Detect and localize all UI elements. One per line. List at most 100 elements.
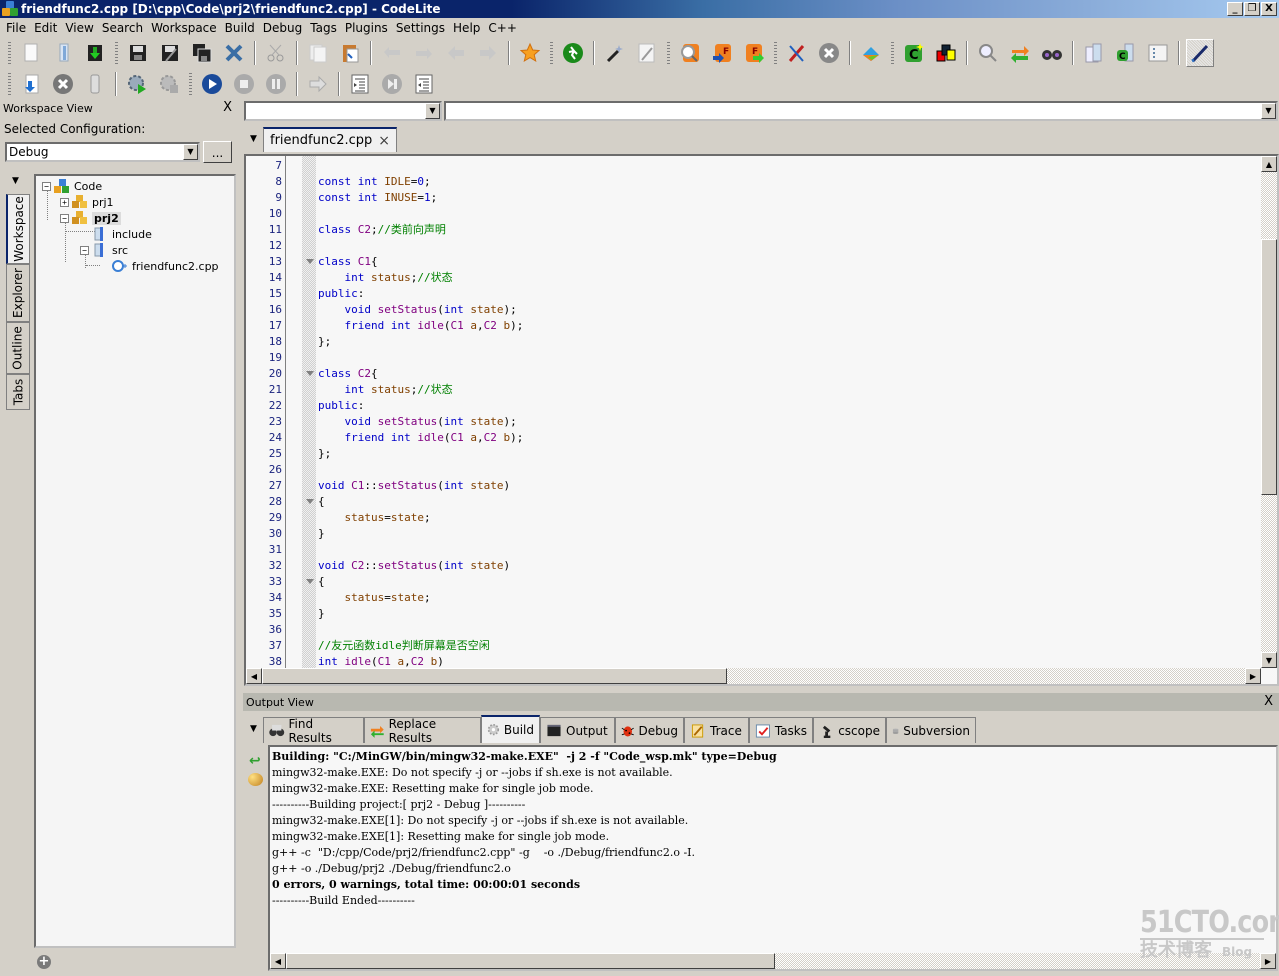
output-tab-build[interactable]: Build xyxy=(481,715,540,743)
side-tab-explorer[interactable]: Explorer xyxy=(6,264,30,322)
stop-button[interactable] xyxy=(49,70,77,98)
run-button[interactable] xyxy=(559,39,587,67)
tabs-menu-arrow-icon[interactable]: ▼ xyxy=(250,134,257,144)
close-button[interactable]: X xyxy=(1261,2,1277,16)
color-button[interactable] xyxy=(932,39,960,67)
close-file-button[interactable] xyxy=(220,39,248,67)
fold-arrow-icon[interactable] xyxy=(306,259,314,264)
palette-icon[interactable] xyxy=(248,773,263,786)
reload-file-button[interactable] xyxy=(81,39,109,67)
build-output[interactable]: ----------Build Ended---------- 0 errors,… xyxy=(268,745,1278,971)
fold-arrow-icon[interactable] xyxy=(306,371,314,376)
scroll-down-icon[interactable]: ▼ xyxy=(1261,652,1277,668)
function-select[interactable]: ▼ xyxy=(444,101,1278,121)
output-scroll-thumb[interactable] xyxy=(286,953,775,969)
quick-find-button[interactable] xyxy=(633,39,661,67)
output-tab-trace[interactable]: Trace xyxy=(684,717,749,743)
new-workspace-button[interactable] xyxy=(1080,39,1108,67)
new-project-button[interactable]: C xyxy=(1112,39,1140,67)
side-tab-workspace[interactable]: Workspace xyxy=(6,194,30,264)
collapse-icon[interactable]: − xyxy=(42,181,51,191)
step-in-button[interactable] xyxy=(17,70,45,98)
output-tab-output[interactable]: Output xyxy=(540,717,615,743)
menu-cpp[interactable]: C++ xyxy=(484,18,521,38)
replace-button[interactable] xyxy=(1006,39,1034,67)
debug-stop-button[interactable] xyxy=(230,70,258,98)
scroll-left-icon[interactable]: ◀ xyxy=(246,668,262,684)
menu-file[interactable]: File xyxy=(2,18,30,38)
code-editor[interactable]: 7 8 const int IDLE=0; 9 const int INUSE=1; 10… xyxy=(244,154,1279,686)
tree-item-src[interactable]: − src xyxy=(80,242,128,258)
scroll-up-icon[interactable]: ▲ xyxy=(1261,156,1277,172)
fold-arrow-icon[interactable] xyxy=(306,499,314,504)
debug-start-button[interactable] xyxy=(198,70,226,98)
menu-plugins[interactable]: Plugins xyxy=(341,18,392,38)
output-tab-cscope[interactable]: cscope xyxy=(813,717,886,743)
output-horizontal-scrollbar[interactable]: ◀ ▶ xyxy=(270,953,1276,969)
close-workspace-icon[interactable]: X xyxy=(223,100,232,115)
expand-icon[interactable]: + xyxy=(60,197,69,207)
paste-button[interactable] xyxy=(336,39,364,67)
tree-item-friendfunc2-cpp[interactable]: friendfunc2.cpp xyxy=(112,258,219,274)
side-tab-tabs[interactable]: Tabs xyxy=(6,374,30,410)
new-class-button[interactable]: C xyxy=(900,39,928,67)
indent-button[interactable] xyxy=(346,70,374,98)
collapse-icon[interactable]: − xyxy=(80,245,89,255)
output-tab-replace-results[interactable]: Replace Results xyxy=(364,717,481,745)
skip-button[interactable] xyxy=(378,70,406,98)
new-file-button[interactable] xyxy=(17,39,45,67)
tabs-menu-arrow-icon[interactable]: ▼ xyxy=(12,176,19,186)
magic-wand-button[interactable] xyxy=(601,39,629,67)
menu-search[interactable]: Search xyxy=(98,18,147,38)
configuration-select[interactable]: Debug ▼ xyxy=(5,142,200,162)
configuration-manager-button[interactable]: ... xyxy=(203,141,232,163)
close-tab-icon[interactable]: × xyxy=(378,133,390,149)
add-icon[interactable]: + xyxy=(37,955,51,969)
minimize-button[interactable]: _ xyxy=(1227,2,1243,16)
vertical-scroll-thumb[interactable] xyxy=(1261,238,1277,495)
workspace-tree[interactable]: − Code + prj1 − prj2 include − src friendfunc2.cp… xyxy=(34,174,236,948)
chevron-down-icon[interactable]: ▼ xyxy=(1261,103,1276,119)
undo-button[interactable] xyxy=(378,39,406,67)
word-wrap-icon[interactable]: ↩ xyxy=(249,753,261,769)
chevron-down-icon[interactable]: ▼ xyxy=(425,103,440,119)
goto-resource-button[interactable]: F xyxy=(740,39,768,67)
scroll-left-icon[interactable]: ◀ xyxy=(270,953,286,969)
find-binoculars-button[interactable] xyxy=(1038,39,1066,67)
cut-button[interactable] xyxy=(262,39,290,67)
clear-button[interactable] xyxy=(81,70,109,98)
properties-button[interactable] xyxy=(1144,39,1172,67)
bookmark-star-button[interactable] xyxy=(516,39,544,67)
output-tab-debug[interactable]: Debug xyxy=(615,717,684,743)
tree-item-prj2[interactable]: − prj2 xyxy=(60,210,121,226)
tree-item-prj1[interactable]: + prj1 xyxy=(60,194,114,210)
copy-button[interactable] xyxy=(304,39,332,67)
tab-friendfunc2-cpp[interactable]: friendfunc2.cpp × xyxy=(263,127,398,152)
menu-edit[interactable]: Edit xyxy=(30,18,61,38)
build-run-button[interactable] xyxy=(123,70,151,98)
scroll-right-icon[interactable]: ▶ xyxy=(1245,668,1261,684)
open-file-button[interactable] xyxy=(49,39,77,67)
save-button[interactable] xyxy=(124,39,152,67)
horizontal-scroll-thumb[interactable] xyxy=(262,668,727,684)
debug-pause-button[interactable] xyxy=(262,70,290,98)
search-button[interactable] xyxy=(974,39,1002,67)
plugin-button[interactable] xyxy=(857,39,885,67)
output-tab-tasks[interactable]: Tasks xyxy=(749,717,813,743)
side-tab-outline[interactable]: Outline xyxy=(6,322,30,374)
save-all-button[interactable] xyxy=(188,39,216,67)
menu-build[interactable]: Build xyxy=(221,18,259,38)
menu-settings[interactable]: Settings xyxy=(392,18,449,38)
output-tab-subversion[interactable]: Subversion xyxy=(886,717,976,743)
menu-help[interactable]: Help xyxy=(449,18,484,38)
redo-button[interactable] xyxy=(410,39,438,67)
collapse-icon[interactable]: − xyxy=(60,213,69,223)
debug-next-button[interactable] xyxy=(304,70,332,98)
menu-workspace[interactable]: Workspace xyxy=(147,18,221,38)
chevron-down-icon[interactable]: ▼ xyxy=(183,144,198,160)
find-resource-button[interactable] xyxy=(676,39,704,67)
unindent-button[interactable] xyxy=(410,70,438,98)
build-settings-button[interactable] xyxy=(155,70,183,98)
output-tab-find-results[interactable]: Find Results xyxy=(263,717,364,745)
menu-view[interactable]: View xyxy=(61,18,97,38)
